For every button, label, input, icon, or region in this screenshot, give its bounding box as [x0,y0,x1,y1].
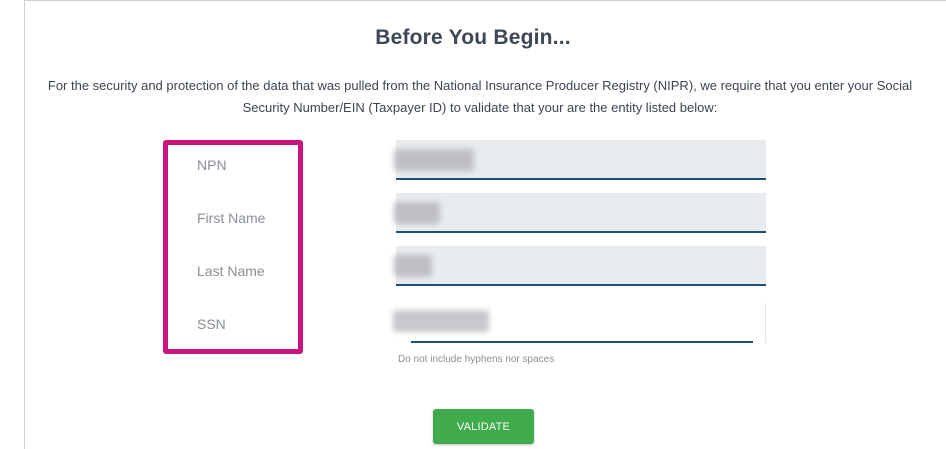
redacted-value [394,255,432,277]
redacted-value [393,310,489,332]
ssn-label: SSN [197,316,226,332]
npn-field[interactable] [394,140,766,180]
last-name-label: Last Name [197,263,265,279]
redacted-value [394,202,440,224]
labels-highlight-box [163,140,303,354]
npn-label: NPN [197,157,227,173]
last-name-field[interactable] [394,246,766,286]
ssn-underline [411,341,753,343]
page: Before You Begin... For the security and… [0,0,946,449]
redacted-value [394,149,474,171]
first-name-label: First Name [197,210,266,226]
first-name-field[interactable] [394,193,766,233]
ssn-input[interactable] [385,303,766,343]
ssn-hint: Do not include hyphens nor spaces [398,354,555,365]
intro-text: For the security and protection of the d… [47,78,913,115]
validate-button[interactable]: VALIDATE [433,409,534,444]
page-title: Before You Begin... [375,26,571,49]
